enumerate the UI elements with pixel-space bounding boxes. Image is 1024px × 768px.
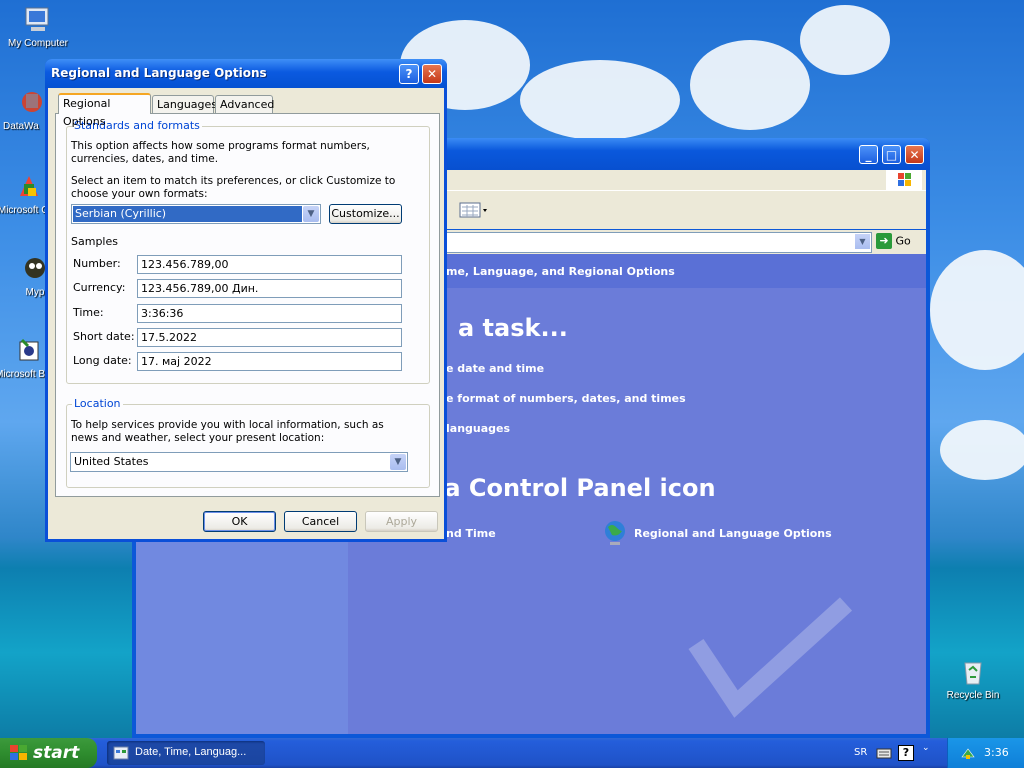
task-link[interactable]: e format of numbers, dates, and times [446, 392, 686, 405]
cloud [940, 420, 1024, 480]
desktop-icon-recycle-bin[interactable]: Recycle Bin [938, 657, 1008, 701]
close-button[interactable]: ✕ [905, 145, 924, 164]
sample-value-time: 3:36:36 [137, 304, 402, 323]
pick-icon-heading: k a Control Panel icon [420, 474, 716, 502]
app-icon [14, 172, 44, 202]
cp-icon-date-time[interactable]: nd Time [446, 527, 496, 540]
cancel-button[interactable]: Cancel [284, 511, 357, 532]
app-icon [14, 336, 44, 366]
minimize-button[interactable]: _ [859, 145, 878, 164]
cloud [690, 40, 810, 130]
tab-advanced[interactable]: Advanced [215, 95, 274, 113]
pick-task-heading: a task... [458, 314, 568, 342]
customize-button[interactable]: Customize... [329, 204, 402, 224]
dialog-title: Regional and Language Options [51, 66, 267, 80]
sample-label-long-date: Long date: [73, 354, 132, 367]
sample-label-currency: Currency: [73, 281, 126, 294]
task-link[interactable]: languages [446, 422, 510, 435]
standards-description: This option affects how some programs fo… [71, 140, 370, 165]
location-group: Location To help services provide you wi… [66, 397, 430, 488]
system-tray: 3:36 [947, 738, 1024, 768]
network-icon[interactable] [960, 745, 976, 761]
close-button[interactable]: ✕ [422, 64, 442, 84]
go-arrow-icon: ➜ [876, 233, 892, 249]
taskbar-item-label: Date, Time, Languag... [135, 746, 247, 758]
start-label: start [33, 743, 80, 763]
help-icon[interactable]: ? [898, 745, 914, 761]
sample-label-short-date: Short date: [73, 330, 135, 343]
category-title: me, Language, and Regional Options [446, 265, 675, 278]
language-bar-restore-icon[interactable]: ⌄ [922, 743, 930, 753]
windows-flag-icon [10, 745, 28, 761]
maximize-button[interactable]: □ [882, 145, 901, 164]
sample-label-number: Number: [73, 257, 121, 270]
windows-logo-icon [886, 170, 922, 190]
format-select[interactable]: Serbian (Cyrillic) ▼ [71, 204, 321, 224]
control-panel-icon [113, 745, 129, 761]
ok-button[interactable]: OK [203, 511, 276, 532]
go-button[interactable]: ➜ Go [876, 233, 921, 251]
format-selected-value: Serbian (Cyrillic) [73, 206, 302, 222]
app-icon [17, 88, 47, 118]
globe-icon[interactable] [602, 519, 628, 547]
chevron-down-icon[interactable]: ▼ [303, 206, 319, 222]
language-indicator[interactable]: SR [854, 747, 867, 758]
sample-value-number: 123.456.789,00 [137, 255, 402, 274]
sample-label-time: Time: [73, 306, 104, 319]
sample-value-long-date: 17. мај 2022 [137, 352, 402, 371]
cloud [520, 60, 680, 140]
tab-languages[interactable]: Languages [152, 95, 217, 113]
sample-value-currency: 123.456.789,00 Дин. [137, 279, 402, 298]
recycle-bin-icon [958, 657, 988, 687]
go-label: Go [895, 234, 911, 248]
location-group-label: Location [72, 397, 123, 410]
standards-group: Standards and formats This option affect… [66, 119, 430, 384]
help-button[interactable]: ? [399, 64, 419, 84]
views-button[interactable] [458, 201, 488, 219]
keyboard-icon[interactable] [876, 746, 892, 760]
tab-regional-options[interactable]: Regional Options [58, 93, 151, 128]
taskbar: start Date, Time, Languag... SR ? ⌄ 3:36 [0, 738, 1024, 768]
location-description: To help services provide you with local … [71, 419, 384, 444]
dialog-titlebar[interactable]: Regional and Language Options ? ✕ [45, 59, 447, 88]
chevron-down-icon[interactable]: ▼ [390, 454, 406, 470]
chevron-down-icon[interactable]: ▼ [855, 234, 870, 249]
desktop-icon-label: My Computer [7, 38, 68, 49]
computer-icon [23, 5, 53, 35]
clock[interactable]: 3:36 [984, 746, 1009, 759]
desktop-icon-my-computer[interactable]: My Computer [3, 5, 73, 49]
taskbar-item-date-time[interactable]: Date, Time, Languag... [107, 741, 265, 765]
sample-value-short-date: 17.5.2022 [137, 328, 402, 347]
start-button[interactable]: start [0, 738, 97, 768]
samples-label: Samples [71, 235, 118, 248]
task-link[interactable]: e date and time [446, 362, 544, 375]
location-select[interactable]: United States ▼ [70, 452, 408, 472]
cloud [800, 5, 890, 75]
dialog-client: Regional Options Languages Advanced Stan… [48, 88, 444, 539]
select-prompt: Select an item to match its preferences,… [71, 175, 396, 200]
location-selected-value: United States [74, 455, 149, 468]
cp-icon-regional-language[interactable]: Regional and Language Options [634, 527, 832, 540]
cloud [930, 250, 1024, 370]
desktop-icon-label: Recycle Bin [946, 690, 1000, 701]
apply-button[interactable]: Apply [365, 511, 438, 532]
regional-options-panel: Standards and formats This option affect… [55, 113, 440, 497]
regional-language-dialog[interactable]: Regional and Language Options ? ✕ Region… [45, 59, 447, 542]
checkmark-watermark [656, 594, 856, 724]
